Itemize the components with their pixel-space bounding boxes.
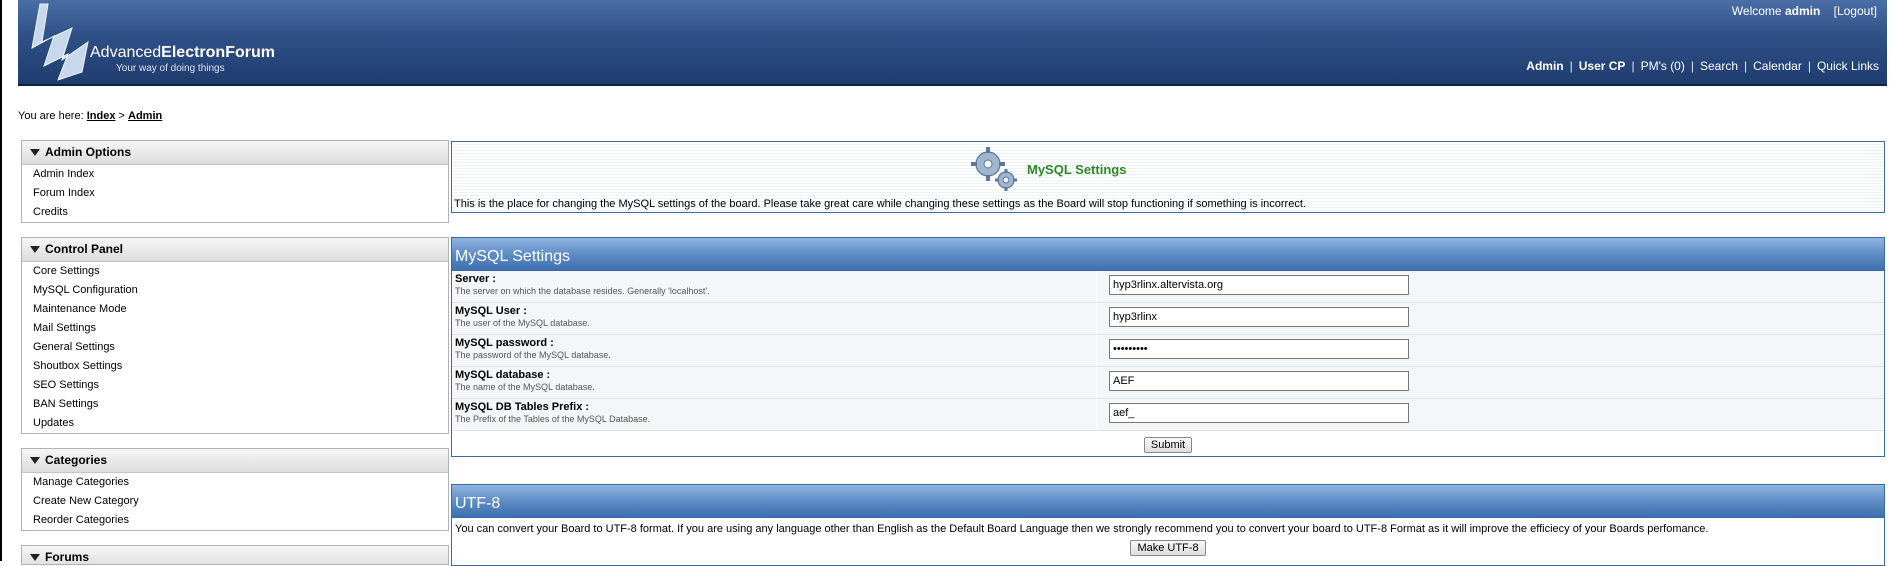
table-prefix-input[interactable] xyxy=(1109,403,1409,423)
gears-icon xyxy=(971,147,1017,191)
setting-row-password: MySQL password : The password of the MyS… xyxy=(452,335,1884,367)
nav-search-link[interactable]: Search xyxy=(1700,59,1738,73)
column-divider xyxy=(1096,303,1097,334)
table-prefix-description: The Prefix of the Tables of the MySQL Da… xyxy=(455,414,651,424)
setting-row-database: MySQL database : The name of the MySQL d… xyxy=(452,367,1884,399)
sidebar-item-ban-settings[interactable]: BAN Settings xyxy=(22,395,448,414)
table-prefix-label: MySQL DB Tables Prefix : xyxy=(455,401,590,413)
sidebar-section-header[interactable]: Forums xyxy=(22,546,448,564)
username: admin xyxy=(1784,4,1821,18)
mysql-database-description: The name of the MySQL database. xyxy=(455,382,595,392)
intro-title: MySQL Settings xyxy=(1027,162,1127,177)
mysql-settings-panel: MySQL Settings Server : The server on wh… xyxy=(451,237,1885,457)
mysql-settings-header: MySQL Settings xyxy=(452,238,1884,271)
intro-description: This is the place for changing the MySQL… xyxy=(454,198,1306,210)
breadcrumb-index-link[interactable]: Index xyxy=(87,110,116,122)
window-left-border xyxy=(0,0,2,561)
sidebar-admin-options: Admin Options Admin Index Forum Index Cr… xyxy=(21,140,449,223)
top-nav: Admin | User CP | PM's (0) | Search | Calendar | Q… xyxy=(1526,59,1879,73)
nav-separator: | xyxy=(1631,59,1635,73)
sidebar-item-mail-settings[interactable]: Mail Settings xyxy=(22,319,448,338)
sidebar-item-updates[interactable]: Updates xyxy=(22,414,448,433)
submit-button[interactable]: Submit xyxy=(1143,437,1193,453)
lightning-logo-icon xyxy=(31,3,89,81)
sidebar-item-maintenance-mode[interactable]: Maintenance Mode xyxy=(22,300,448,319)
mysql-user-label: MySQL User : xyxy=(455,305,527,317)
nav-calendar-link[interactable]: Calendar xyxy=(1753,59,1802,73)
sidebar-section-header[interactable]: Admin Options xyxy=(22,141,448,165)
mysql-password-label: MySQL password : xyxy=(455,337,554,349)
nav-separator: | xyxy=(1569,59,1573,73)
breadcrumb: You are here: Index > Admin xyxy=(18,110,162,122)
utf8-header: UTF-8 xyxy=(452,485,1884,518)
column-divider xyxy=(1096,367,1097,398)
breadcrumb-admin-link[interactable]: Admin xyxy=(128,110,162,122)
server-description: The server on which the database resides… xyxy=(455,286,710,296)
nav-separator: | xyxy=(1690,59,1694,73)
sidebar-item-general-settings[interactable]: General Settings xyxy=(22,338,448,357)
nav-separator: | xyxy=(1807,59,1811,73)
make-utf8-button[interactable]: Make UTF-8 xyxy=(1130,540,1206,556)
setting-row-user: MySQL User : The user of the MySQL datab… xyxy=(452,303,1884,335)
site-header: AdvancedElectronForum Your way of doing … xyxy=(18,0,1887,86)
welcome-text: Welcome xyxy=(1731,4,1782,18)
sidebar-item-create-category[interactable]: Create New Category xyxy=(22,492,448,511)
mysql-database-label: MySQL database : xyxy=(455,369,551,381)
sidebar-categories: Categories Manage Categories Create New … xyxy=(21,448,449,531)
submit-area: Submit xyxy=(452,437,1884,453)
collapse-triangle-icon xyxy=(30,149,40,157)
sidebar-forums: Forums xyxy=(21,545,449,565)
column-divider xyxy=(1096,399,1097,430)
breadcrumb-separator: > xyxy=(118,110,125,122)
sidebar-item-manage-categories[interactable]: Manage Categories xyxy=(22,473,448,492)
welcome-area: Welcome admin [Logout] xyxy=(1732,4,1877,18)
mysql-password-description: The password of the MySQL database. xyxy=(455,350,611,360)
sidebar-section-header[interactable]: Control Panel xyxy=(22,238,448,262)
sidebar-item-forum-index[interactable]: Forum Index xyxy=(22,184,448,203)
sidebar-item-reorder-categories[interactable]: Reorder Categories xyxy=(22,511,448,530)
collapse-triangle-icon xyxy=(30,457,40,465)
intro-panel: MySQL Settings This is the place for cha… xyxy=(451,141,1885,213)
sidebar-item-admin-index[interactable]: Admin Index xyxy=(22,165,448,184)
brand-tagline: Your way of doing things xyxy=(116,63,225,74)
server-input[interactable] xyxy=(1109,275,1409,295)
server-label: Server : xyxy=(455,273,496,285)
mysql-user-description: The user of the MySQL database. xyxy=(455,318,590,328)
nav-quicklinks-link[interactable]: Quick Links xyxy=(1817,59,1879,73)
sidebar-item-credits[interactable]: Credits xyxy=(22,203,448,222)
sidebar-item-shoutbox-settings[interactable]: Shoutbox Settings xyxy=(22,357,448,376)
sidebar-item-seo-settings[interactable]: SEO Settings xyxy=(22,376,448,395)
utf8-panel: UTF-8 You can convert your Board to UTF-… xyxy=(451,484,1885,566)
nav-admin-link[interactable]: Admin xyxy=(1526,59,1563,73)
utf8-button-area: Make UTF-8 xyxy=(452,540,1884,556)
mysql-password-input[interactable] xyxy=(1109,339,1409,359)
logout-link[interactable]: [Logout] xyxy=(1834,4,1877,18)
nav-pms-link[interactable]: PM's (0) xyxy=(1641,59,1685,73)
column-divider xyxy=(1096,335,1097,366)
mysql-database-input[interactable] xyxy=(1109,371,1409,391)
sidebar-item-core-settings[interactable]: Core Settings xyxy=(22,262,448,281)
mysql-user-input[interactable] xyxy=(1109,307,1409,327)
sidebar-item-mysql-configuration[interactable]: MySQL Configuration xyxy=(22,281,448,300)
column-divider xyxy=(1096,271,1097,302)
brand-name[interactable]: AdvancedElectronForum xyxy=(90,44,275,62)
breadcrumb-prefix: You are here: xyxy=(18,110,84,122)
sidebar-section-header[interactable]: Categories xyxy=(22,449,448,473)
utf8-description: You can convert your Board to UTF-8 form… xyxy=(455,523,1709,535)
nav-usercp-link[interactable]: User CP xyxy=(1579,59,1626,73)
collapse-triangle-icon xyxy=(30,554,40,562)
collapse-triangle-icon xyxy=(30,246,40,254)
setting-row-prefix: MySQL DB Tables Prefix : The Prefix of t… xyxy=(452,399,1884,431)
sidebar-control-panel: Control Panel Core Settings MySQL Config… xyxy=(21,237,449,434)
setting-row-server: Server : The server on which the databas… xyxy=(452,271,1884,303)
nav-separator: | xyxy=(1744,59,1748,73)
